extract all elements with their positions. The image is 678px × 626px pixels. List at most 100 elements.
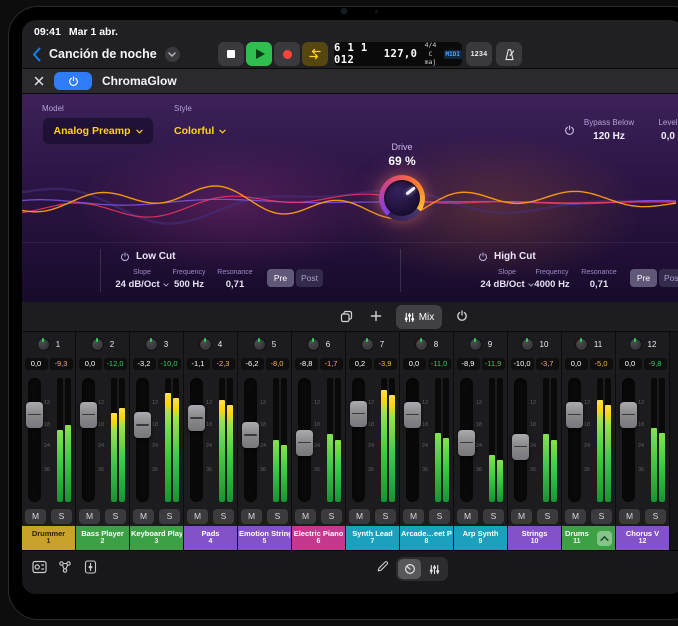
solo-button[interactable]: S — [159, 509, 180, 524]
mute-button[interactable]: M — [511, 509, 532, 524]
volume-value[interactable]: 0,2 — [349, 358, 372, 370]
volume-value[interactable]: -1,1 — [187, 358, 210, 370]
mute-button[interactable]: M — [349, 509, 370, 524]
mute-button[interactable]: M — [25, 509, 46, 524]
solo-button[interactable]: S — [213, 509, 234, 524]
style-selector[interactable]: Colorful — [174, 117, 226, 145]
peak-value[interactable]: -8,0 — [266, 358, 289, 370]
mute-button[interactable]: M — [187, 509, 208, 524]
mix-view-button[interactable]: Mix — [396, 305, 442, 329]
peak-value[interactable]: -1,7 — [320, 358, 343, 370]
volume-value[interactable]: -6,2 — [241, 358, 264, 370]
pan-knob[interactable] — [91, 338, 104, 351]
fader-handle[interactable] — [188, 405, 205, 431]
peak-value[interactable]: -2,3 — [212, 358, 235, 370]
high-cut-pre-button[interactable]: Pre — [630, 269, 657, 287]
mute-button[interactable]: M — [133, 509, 154, 524]
lcd-display[interactable]: 6 1 1 012 127,0 4/4 C maj MIDI — [334, 42, 462, 66]
mute-button[interactable]: M — [241, 509, 262, 524]
fader-handle[interactable] — [296, 430, 313, 456]
project-menu-button[interactable] — [165, 47, 180, 62]
edit-button[interactable] — [376, 560, 389, 573]
drive-knob[interactable] — [379, 175, 425, 221]
solo-button[interactable]: S — [321, 509, 342, 524]
track-name-cell[interactable]: Strings 10 — [508, 526, 561, 550]
bypass-control[interactable]: Bypass Below 120 Hz — [580, 118, 638, 142]
stop-button[interactable] — [218, 42, 244, 66]
mute-button[interactable]: M — [619, 509, 640, 524]
mute-button[interactable]: M — [565, 509, 586, 524]
pan-knob[interactable] — [253, 338, 266, 351]
track-name-cell[interactable]: Emotion Strings 5 — [238, 526, 291, 550]
track-name-cell[interactable]: Pads 4 — [184, 526, 237, 550]
volume-value[interactable]: -8,9 — [457, 358, 480, 370]
volume-value[interactable]: 0,0 — [403, 358, 426, 370]
volume-value[interactable]: 0,0 — [25, 358, 48, 370]
peak-value[interactable]: -3,9 — [374, 358, 397, 370]
mute-button[interactable]: M — [295, 509, 316, 524]
volume-value[interactable]: -10,0 — [511, 358, 534, 370]
mute-button[interactable]: M — [403, 509, 424, 524]
fader-track[interactable] — [514, 378, 527, 502]
record-button[interactable] — [274, 42, 300, 66]
pan-knob[interactable] — [199, 338, 212, 351]
fader-handle[interactable] — [242, 422, 259, 448]
fader-track[interactable] — [28, 378, 41, 502]
track-name-cell[interactable]: Electric Piano 6 — [292, 526, 345, 550]
high-cut-power-button[interactable] — [478, 252, 488, 262]
solo-button[interactable]: S — [429, 509, 450, 524]
peak-value[interactable]: -3,7 — [536, 358, 559, 370]
solo-button[interactable]: S — [267, 509, 288, 524]
fader-track[interactable] — [568, 378, 581, 502]
fader-handle[interactable] — [134, 412, 151, 438]
pan-knob[interactable] — [361, 338, 374, 351]
solo-button[interactable]: S — [537, 509, 558, 524]
fader-track[interactable] — [136, 378, 149, 502]
count-in-button[interactable]: 1234 — [466, 42, 492, 66]
solo-button[interactable]: S — [483, 509, 504, 524]
peak-value[interactable]: -9,3 — [50, 358, 73, 370]
channel-power-button[interactable] — [456, 310, 468, 322]
peak-value[interactable]: -10,0 — [158, 358, 181, 370]
solo-button[interactable]: S — [105, 509, 126, 524]
pan-knob[interactable] — [307, 338, 320, 351]
fader-handle[interactable] — [458, 430, 475, 456]
track-name-cell[interactable]: Keyboard Player 3 — [130, 526, 183, 550]
track-name-cell[interactable]: Arp Synth 9 — [454, 526, 507, 550]
pan-knob[interactable] — [629, 338, 642, 351]
fader-track[interactable] — [82, 378, 95, 502]
bypass-power-button[interactable] — [564, 125, 575, 136]
track-name-cell[interactable]: Drums 11 — [562, 526, 615, 550]
pan-knob[interactable] — [415, 338, 428, 351]
fader-handle[interactable] — [350, 401, 367, 427]
pan-knob[interactable] — [145, 338, 158, 351]
peak-value[interactable]: -11,9 — [482, 358, 505, 370]
volume-value[interactable]: 0,0 — [565, 358, 588, 370]
high-cut-post-button[interactable]: Post — [659, 269, 678, 287]
channel-strip-button[interactable] — [84, 560, 97, 574]
play-button[interactable] — [246, 42, 272, 66]
track-name-cell[interactable]: Chorus V 12 — [616, 526, 669, 550]
volume-value[interactable]: 0,0 — [619, 358, 642, 370]
duplicate-button[interactable] — [340, 310, 353, 323]
pan-knob[interactable] — [37, 338, 50, 351]
fader-track[interactable] — [244, 378, 257, 502]
plugin-power-toggle[interactable] — [54, 72, 92, 90]
peak-value[interactable]: -11,0 — [428, 358, 451, 370]
peak-value[interactable]: -9,8 — [644, 358, 667, 370]
faders-view-button[interactable] — [423, 559, 446, 579]
fader-handle[interactable] — [26, 402, 43, 428]
volume-value[interactable]: -3,2 — [133, 358, 156, 370]
fader-track[interactable] — [622, 378, 635, 502]
browser-button[interactable] — [32, 560, 47, 574]
solo-button[interactable]: S — [645, 509, 666, 524]
model-selector[interactable]: Analog Preamp — [42, 117, 154, 145]
back-button[interactable] — [32, 47, 41, 62]
level-control[interactable]: Level 0,0 — [646, 118, 678, 142]
track-name-cell[interactable]: Bass Player 2 — [76, 526, 129, 550]
track-name-cell[interactable]: Synth Lead 7 — [346, 526, 399, 550]
pan-knob[interactable] — [575, 338, 588, 351]
fader-handle[interactable] — [566, 402, 583, 428]
volume-value[interactable]: 0,0 — [79, 358, 102, 370]
solo-button[interactable]: S — [51, 509, 72, 524]
